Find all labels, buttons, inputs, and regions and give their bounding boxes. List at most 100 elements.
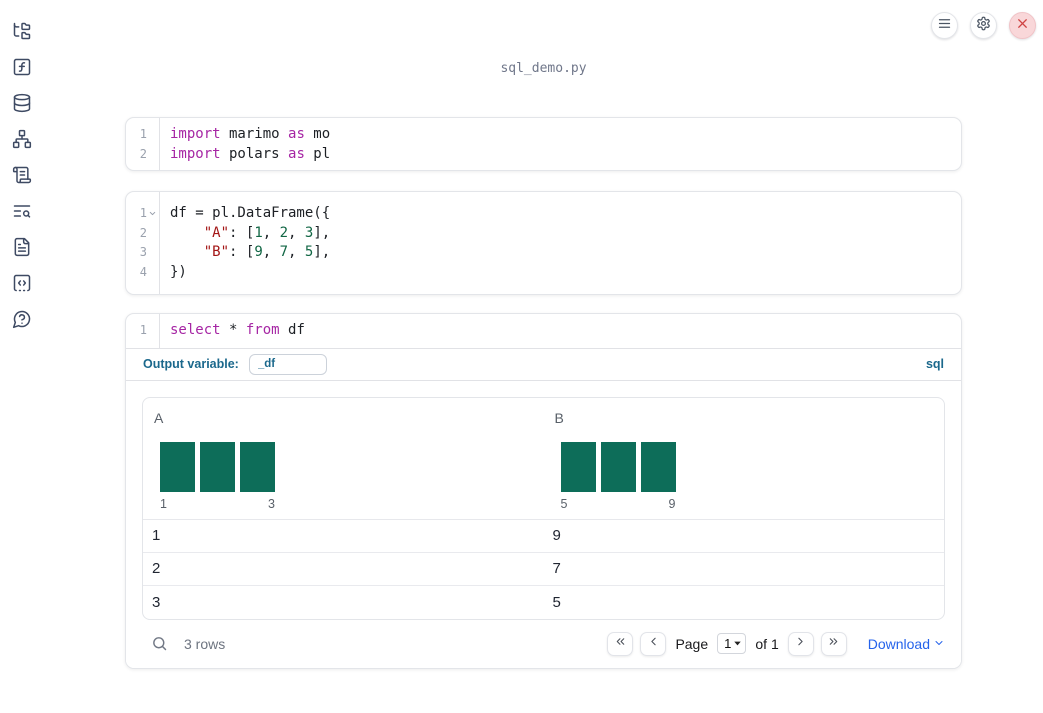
page-label: Page — [675, 635, 709, 652]
table-cell: 9 — [552, 527, 561, 544]
table-header: A 1 3 B 5 9 — [143, 398, 944, 520]
histogram-bar — [600, 441, 636, 492]
code-editor[interactable]: 12 import marimo as mo import polars as p… — [126, 118, 961, 170]
table-footer: 3 rows Page 1 of 1 Download — [142, 627, 945, 661]
folder-tree-icon — [12, 21, 32, 46]
output-variable-input[interactable] — [248, 353, 327, 375]
file-text-icon — [12, 237, 32, 262]
close-icon — [1015, 16, 1030, 36]
datasources-button[interactable] — [12, 93, 32, 115]
gutter-line: 1 — [126, 125, 159, 145]
chevrons-right-icon — [827, 635, 840, 653]
histogram-bar — [160, 441, 195, 492]
output-variable-label: Output variable: — [143, 357, 239, 371]
previous-page-button[interactable] — [640, 631, 667, 656]
column-header-a[interactable]: A 1 3 — [143, 398, 544, 519]
table-row: 19 — [143, 520, 944, 553]
fold-chevron-icon[interactable] — [147, 209, 157, 219]
code-line: }) — [170, 263, 187, 280]
dataframe-table: A 1 3 B 5 9 1 9 2 7 3 5 — [142, 396, 945, 620]
code-line: df = pl.DataFrame({ — [170, 205, 331, 221]
page-total-label: of 1 — [755, 635, 779, 652]
table-row: 35 — [143, 586, 944, 619]
gutter-line: 3 — [126, 243, 159, 263]
help-button[interactable] — [12, 309, 32, 334]
menu-button[interactable] — [931, 12, 958, 39]
hist-max-label: 9 — [668, 496, 676, 511]
download-button[interactable]: Download — [868, 636, 945, 652]
table-body: 192735 — [143, 520, 944, 619]
histogram-bars — [160, 441, 275, 492]
search-icon[interactable] — [151, 635, 168, 652]
line-number-gutter: 12 — [126, 118, 160, 170]
notebook-controls — [931, 12, 1036, 39]
download-label: Download — [867, 635, 930, 652]
cell-sql: 1 select * from df Output variable: sql … — [125, 313, 962, 669]
hist-min-label: 5 — [560, 496, 568, 511]
scratchpad-button[interactable] — [12, 58, 32, 79]
settings-button[interactable] — [970, 12, 997, 39]
shutdown-button[interactable] — [1009, 12, 1036, 39]
hist-min-label: 1 — [160, 496, 167, 511]
histogram-bar — [560, 441, 596, 492]
chevron-down-icon — [733, 636, 742, 651]
help-chat-icon — [12, 309, 32, 334]
line-number-gutter: 1 — [126, 314, 160, 348]
histogram-bar — [200, 441, 235, 492]
table-cell: 5 — [552, 593, 561, 611]
column-name: A — [154, 409, 164, 426]
column-name: B — [554, 409, 564, 426]
chevrons-left-icon — [614, 635, 627, 653]
table-cell: 7 — [552, 560, 561, 577]
chevron-down-icon — [933, 636, 945, 652]
table-cell: 1 — [152, 527, 161, 544]
histogram-bar — [240, 441, 275, 492]
column-header-b[interactable]: B 5 9 — [544, 398, 945, 519]
page-select[interactable]: 1 — [717, 633, 747, 654]
code-content: select * from df — [160, 314, 961, 348]
next-page-button[interactable] — [787, 631, 814, 656]
line-number-gutter: 1234 — [126, 192, 160, 294]
code-editor[interactable]: 1 select * from df — [126, 314, 961, 348]
histogram-bar — [640, 441, 676, 492]
code-line: "A": [1, 2, 3], — [203, 224, 331, 241]
table-cell: 3 — [152, 593, 161, 611]
code-line: import marimo as mo — [170, 126, 331, 142]
code-content: import marimo as mo import polars as pl — [160, 118, 961, 170]
text-search-icon — [12, 201, 32, 226]
histogram-axis-labels: 1 3 — [160, 497, 275, 511]
documentation-button[interactable] — [12, 203, 32, 223]
gear-icon — [976, 16, 991, 36]
cell-output: A 1 3 B 5 9 1 9 2 7 3 5 3 rows Page 1 of… — [126, 380, 961, 668]
last-page-button[interactable] — [820, 631, 847, 656]
column-histogram: 5 9 — [560, 441, 676, 511]
code-line: "B": [9, 7, 5], — [203, 244, 331, 260]
code-editor[interactable]: 1234 df = pl.DataFrame({ "A": [1, 2, 3],… — [126, 192, 961, 294]
row-count: 3 rows — [184, 635, 226, 652]
file-explorer-button[interactable] — [12, 21, 32, 46]
notebook-filename: sql_demo.py — [500, 61, 587, 76]
first-page-button[interactable] — [607, 631, 634, 656]
hist-max-label: 3 — [268, 496, 275, 511]
logs-button[interactable] — [12, 165, 32, 190]
network-icon — [12, 129, 32, 154]
helper-panel-sidebar — [0, 0, 44, 713]
dependency-graph-button[interactable] — [12, 129, 32, 154]
scroll-icon — [12, 165, 32, 190]
column-histogram: 1 3 — [160, 441, 275, 511]
gutter-line: 2 — [126, 145, 159, 165]
outline-button[interactable] — [12, 274, 32, 295]
snippets-button[interactable] — [12, 237, 32, 262]
pagination: Page 1 of 1 Download — [607, 631, 945, 656]
code-content: df = pl.DataFrame({ "A": [1, 2, 3], "B":… — [160, 192, 961, 294]
menu-icon — [937, 16, 952, 36]
gutter-line: 1 — [126, 321, 159, 341]
histogram-axis-labels: 5 9 — [561, 497, 676, 511]
cell-dataframe: 1234 df = pl.DataFrame({ "A": [1, 2, 3],… — [125, 191, 962, 295]
chevron-left-icon — [647, 635, 660, 653]
histogram-bars — [560, 441, 676, 492]
